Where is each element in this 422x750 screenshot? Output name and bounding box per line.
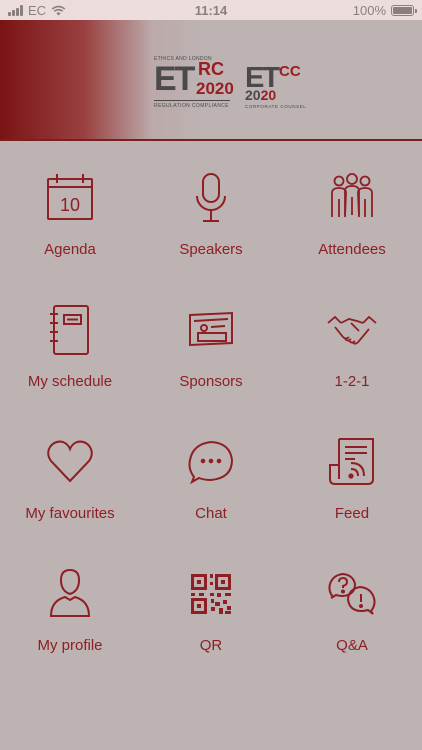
etrc-logo-divider	[154, 100, 230, 101]
menu-item-label: Attendees	[318, 241, 386, 258]
business-card-icon	[189, 311, 233, 347]
etrc-logo: ETHICS AND LONDON ET RC 2020 REGULATION …	[154, 54, 234, 114]
etrc-logo-subtitle: REGULATION COMPLIANCE	[154, 103, 229, 109]
menu-item-sponsors[interactable]: Sponsors	[141, 275, 281, 407]
menu-item-label: Sponsors	[179, 373, 243, 390]
question-answer-icon	[328, 572, 376, 615]
menu-item-my-schedule[interactable]: My schedule	[0, 275, 140, 407]
menu-item-q-and-a[interactable]: Q&A	[282, 539, 422, 671]
menu-item-attendees[interactable]: Attendees	[282, 143, 422, 275]
notebook-icon	[50, 305, 89, 355]
newspaper-feed-icon	[329, 438, 374, 485]
etcc-logo-subtitle: CORPORATE COUNSEL	[245, 104, 307, 109]
etrc-logo-main: ET	[154, 60, 195, 98]
etcc-logo: ET CC 2020 CORPORATE COUNSEL	[245, 64, 307, 110]
menu-item-qr[interactable]: QR	[141, 539, 281, 671]
etcc-logo-year: 2020	[245, 88, 276, 102]
calendar-icon: 10	[47, 174, 93, 220]
menu-item-label: 1-2-1	[334, 373, 370, 390]
menu-item-label: My profile	[37, 637, 103, 654]
battery-percent: 100%	[352, 3, 386, 18]
etcc-logo-suffix: CC	[279, 63, 301, 80]
calendar-day: 10	[60, 195, 80, 215]
menu-item-speakers[interactable]: Speakers	[141, 143, 281, 275]
status-bar: EC 11:14 100%	[0, 0, 422, 20]
status-right: 100%	[352, 3, 417, 18]
menu-item-label: Chat	[195, 505, 227, 522]
menu-item-label: QR	[199, 637, 223, 654]
people-icon	[331, 173, 373, 218]
etcc-logo-year-a: 20	[245, 87, 261, 103]
menu-item-my-profile[interactable]: My profile	[0, 539, 140, 671]
heart-icon	[47, 440, 93, 483]
user-icon	[49, 568, 91, 617]
menu-item-one-to-one[interactable]: 1-2-1	[282, 275, 422, 407]
battery-icon	[391, 5, 417, 16]
menu-item-label: Speakers	[179, 241, 243, 258]
menu-item-label: My favourites	[25, 505, 115, 522]
menu-item-feed[interactable]: Feed	[282, 407, 422, 539]
menu-item-chat[interactable]: Chat	[141, 407, 281, 539]
event-header: ETHICS AND LONDON ET RC 2020 REGULATION …	[0, 20, 422, 141]
qr-code-icon	[191, 574, 231, 614]
menu-item-label: My schedule	[27, 373, 113, 390]
etcc-logo-year-b: 20	[260, 87, 277, 103]
etrc-logo-year: 2020	[196, 79, 234, 98]
menu-item-agenda[interactable]: 10 Agenda	[0, 143, 140, 275]
menu-item-label: Agenda	[44, 241, 96, 258]
microphone-icon	[196, 173, 226, 222]
menu-item-label: Feed	[334, 505, 370, 522]
etrc-logo-suffix: RC	[198, 59, 224, 79]
menu-item-my-favourites[interactable]: My favourites	[0, 407, 140, 539]
chat-bubble-icon	[188, 440, 234, 485]
handshake-icon	[327, 315, 377, 345]
menu-item-label: Q&A	[336, 637, 368, 654]
